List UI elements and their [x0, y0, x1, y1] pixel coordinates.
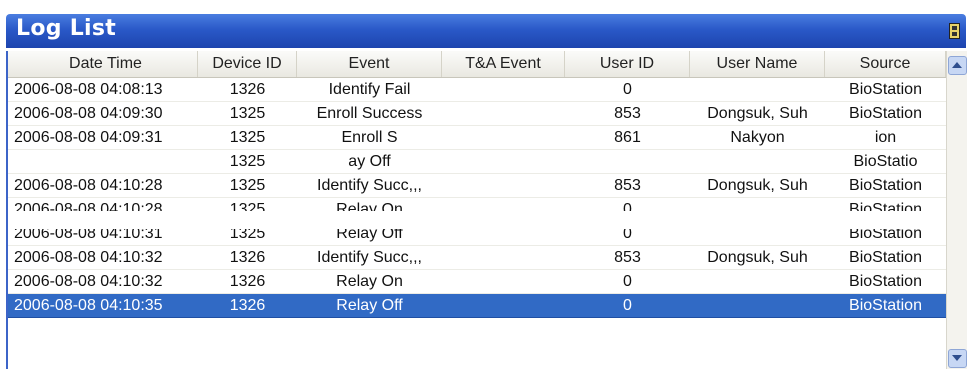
- table-cell: Dongsuk, Suh: [707, 249, 808, 266]
- column-header-date-time[interactable]: Date Time: [8, 51, 198, 77]
- table-cell: 861: [614, 129, 641, 146]
- table-cell: Identify Succ,,,: [317, 249, 422, 266]
- table-cell: 2006-08-08 04:10:35: [14, 297, 163, 314]
- table-cell: 1325: [229, 129, 266, 146]
- table-cell: ion: [874, 129, 897, 146]
- table-cell: BioStation: [849, 249, 922, 266]
- table-cell: 853: [614, 249, 641, 266]
- table-row[interactable]: 2006-08-08 04:10:32 1326 Identify Succ,,, 8…: [8, 246, 946, 270]
- table-cell: Identify Succ,,,: [317, 177, 422, 194]
- table-cell: Dongsuk, Suh: [707, 105, 808, 122]
- table-row[interactable]: 2006-08-08 04:10:32 1326 Relay On 0 BioStati…: [8, 270, 946, 294]
- table-cell: 2006-08-08 04:10:28: [14, 177, 163, 194]
- column-header-user-name[interactable]: User Name: [690, 51, 825, 77]
- table-cell: [442, 126, 565, 149]
- table-cell: BioStation: [849, 297, 922, 314]
- scroll-down-button[interactable]: [948, 349, 967, 368]
- table-cell: 1326: [229, 81, 266, 98]
- table-cell: BioStatio: [853, 153, 918, 170]
- table-cell: 1325: [229, 105, 266, 122]
- table-cell: 2006-08-08 04:09:30: [14, 105, 163, 122]
- table-cell: Enroll Success: [316, 105, 423, 122]
- table-cell: Nakyon: [730, 129, 785, 146]
- table-cell: [442, 246, 565, 269]
- table-cell: Enroll S: [341, 129, 398, 146]
- table-cell: Identify Fail: [328, 81, 411, 98]
- vertical-scrollbar[interactable]: [946, 51, 967, 369]
- table-cell: [442, 174, 565, 197]
- chevron-down-icon: [952, 355, 962, 361]
- table-cell: 853: [614, 105, 641, 122]
- column-header-device-id[interactable]: Device ID: [198, 51, 297, 77]
- table-cell: 1326: [229, 273, 266, 290]
- title-bar: Log List: [6, 14, 966, 48]
- table-cell: BioStation: [849, 105, 922, 122]
- table-cell: 0: [623, 297, 632, 314]
- table-row[interactable]: 2006-08-08 04:10:35 1326 Relay Off 0 BioStat…: [8, 294, 946, 318]
- table-row[interactable]: 2006-08-08 04:09:30 1325 Enroll Success 853…: [8, 102, 946, 126]
- table-row[interactable]: 2006-08-08 04:10:28 1325 Identify Succ,,, 8…: [8, 174, 946, 198]
- table-cell: [565, 150, 690, 173]
- table-cell: Relay Off: [336, 297, 403, 314]
- device-icon[interactable]: [949, 23, 960, 39]
- column-header-source[interactable]: Source: [825, 51, 946, 77]
- table-cell: BioStation: [849, 81, 922, 98]
- column-header-user-id[interactable]: User ID: [565, 51, 690, 77]
- table-row[interactable]: 1325 ay Off BioStatio: [8, 150, 946, 174]
- table-cell: [690, 78, 825, 101]
- log-list-window: Log List Date Time Device ID Event T&A E…: [6, 14, 967, 370]
- table-body: 2006-08-08 04:08:13 1326 Identify Fail 0 Bio…: [8, 78, 946, 318]
- table-cell: [442, 294, 565, 317]
- table-row[interactable]: 2006-08-08 04:09:31 1325 Enroll S 861 Nakyon…: [8, 126, 946, 150]
- log-table: Date Time Device ID Event T&A Event User…: [6, 51, 948, 369]
- table-cell: BioStation: [849, 273, 922, 290]
- table-cell: 2006-08-08 04:10:32: [14, 249, 163, 266]
- table-cell: [442, 102, 565, 125]
- table-cell: [8, 150, 198, 173]
- table-cell: [690, 294, 825, 317]
- table-cell: [442, 78, 565, 101]
- table-cell: ay Off: [348, 153, 391, 170]
- image-artifact: [8, 211, 946, 229]
- table-cell: 853: [614, 177, 641, 194]
- table-cell: 2006-08-08 04:08:13: [14, 81, 163, 98]
- table-row[interactable]: 2006-08-08 04:08:13 1326 Identify Fail 0 Bio…: [8, 78, 946, 102]
- table-cell: [442, 150, 565, 173]
- table-cell: 0: [623, 273, 632, 290]
- table-cell: [690, 270, 825, 293]
- table-cell: [690, 150, 825, 173]
- column-header-ta-event[interactable]: T&A Event: [442, 51, 565, 77]
- table-cell: 1325: [229, 177, 266, 194]
- table-cell: 0: [623, 81, 632, 98]
- table-cell: 2006-08-08 04:09:31: [14, 129, 163, 146]
- table-cell: [442, 270, 565, 293]
- table-header: Date Time Device ID Event T&A Event User…: [8, 51, 946, 78]
- table-cell: 2006-08-08 04:10:32: [14, 273, 163, 290]
- column-header-event[interactable]: Event: [297, 51, 442, 77]
- table-cell: 1325: [229, 153, 266, 170]
- table-cell: BioStation: [849, 177, 922, 194]
- window-title: Log List: [16, 16, 117, 41]
- table-cell: 1326: [229, 249, 266, 266]
- table-cell: 1326: [229, 297, 266, 314]
- scroll-up-button[interactable]: [948, 56, 967, 75]
- table-cell: Relay On: [336, 273, 403, 290]
- table-cell: Dongsuk, Suh: [707, 177, 808, 194]
- chevron-up-icon: [952, 62, 962, 68]
